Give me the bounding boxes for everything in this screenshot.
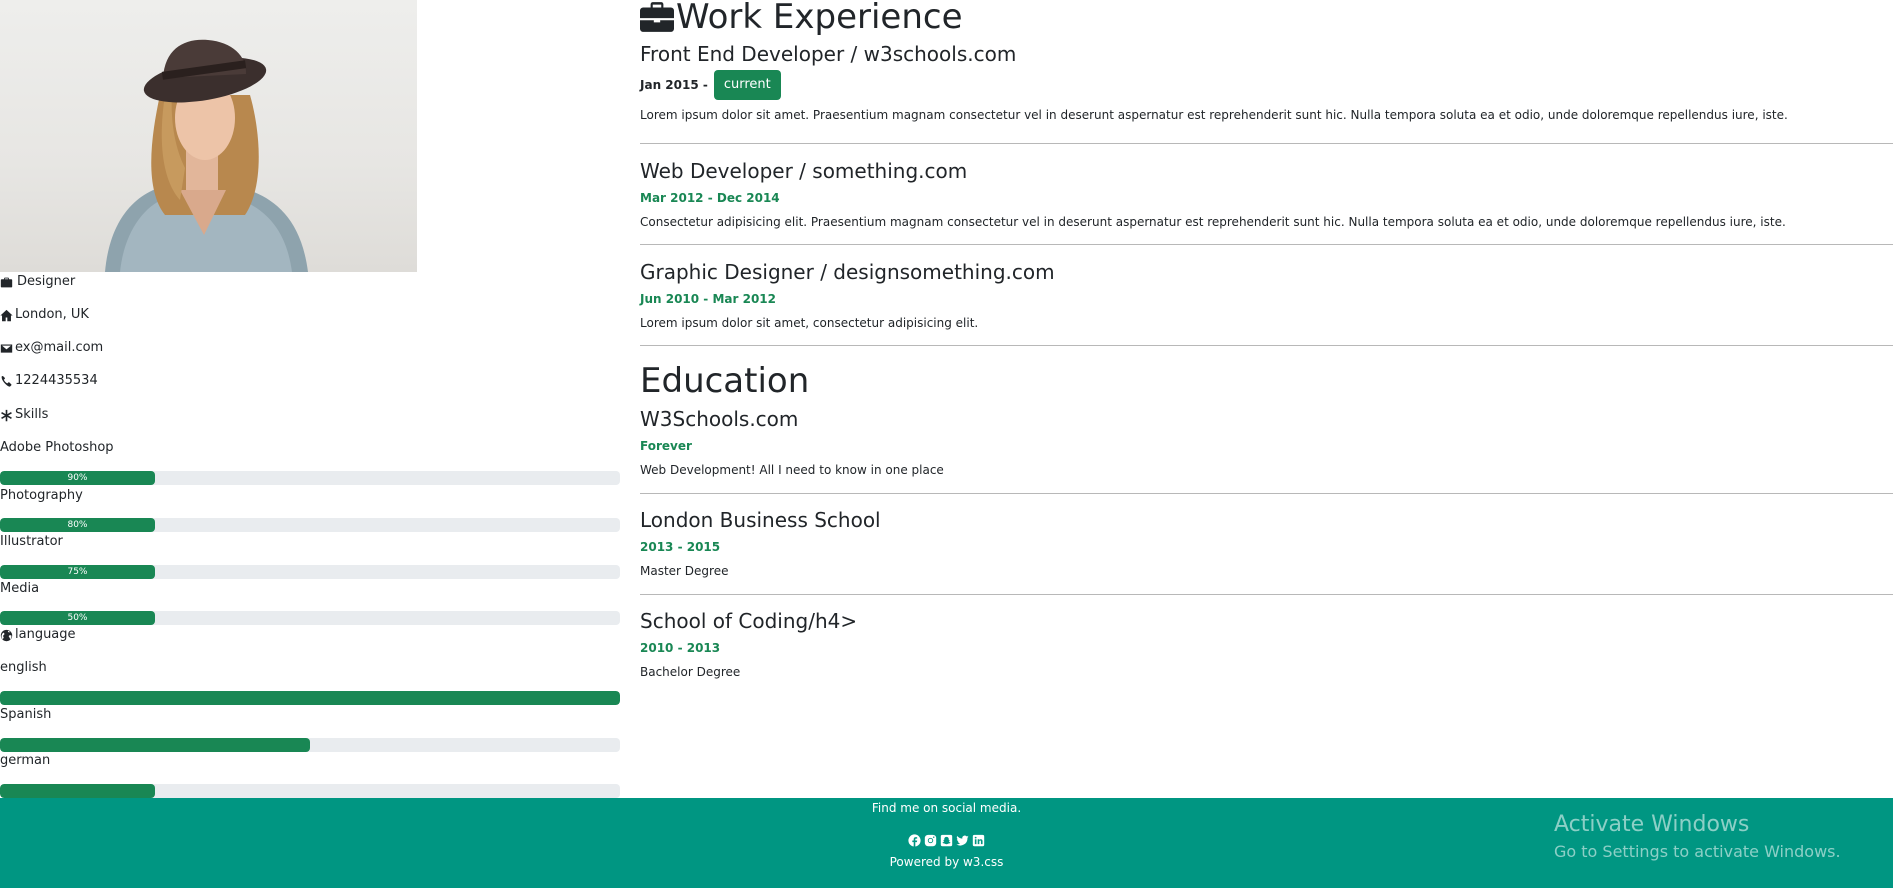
language-heading-row: language (0, 627, 76, 643)
skill-bar-fill: 75% (0, 565, 155, 579)
language-bar-english (0, 691, 620, 705)
skill-bar-fill: 80% (0, 518, 155, 532)
language-heading: language (15, 627, 76, 642)
skill-bar-media: 50% (0, 611, 620, 625)
entry-title: School of Coding/h4> (640, 609, 858, 633)
email-row: ex@mail.com (0, 340, 103, 356)
entry-description: Master Degree (640, 564, 729, 578)
work-experience-title: Work Experience (676, 0, 963, 37)
globe-icon (0, 629, 13, 641)
divider (640, 244, 1893, 245)
skill-bar-illustrator: 75% (0, 565, 620, 579)
phone-row: 1224435534 (0, 373, 98, 389)
skill-bar-photography: 80% (0, 518, 620, 532)
briefcase-icon (0, 277, 13, 287)
skill-name-photoshop: Adobe Photoshop (0, 440, 114, 455)
education-heading: Education (640, 361, 810, 401)
language-bar-fill (0, 691, 620, 705)
education-entry: London Business School 2013 - 2015 Maste… (640, 508, 1893, 579)
instagram-icon[interactable] (924, 834, 937, 847)
language-name-english: english (0, 660, 47, 675)
skills-heading-row: Skills (0, 407, 48, 423)
language-bar-german (0, 784, 620, 798)
entry-title: W3Schools.com (640, 407, 799, 431)
asterisk-icon (1, 409, 12, 421)
work-entry: Web Developer / something.com Mar 2012 -… (640, 159, 1893, 230)
entry-title: Web Developer / something.com (640, 159, 968, 183)
location-row: London, UK (0, 307, 89, 323)
entry-date: Jun 2010 - Mar 2012 (640, 292, 776, 306)
work-entry: Front End Developer / w3schools.com Jan … (640, 42, 1893, 123)
phone-icon (1, 375, 12, 387)
entry-title: Front End Developer / w3schools.com (640, 42, 1017, 66)
language-bar-fill (0, 784, 155, 798)
skill-name-media: Media (0, 581, 40, 596)
skill-name-illustrator: Illustrator (0, 534, 63, 549)
language-name-spanish: Spanish (0, 707, 52, 722)
divider (640, 594, 1893, 595)
current-badge: current (713, 70, 781, 100)
divider (640, 143, 1893, 144)
entry-date: 2013 - 2015 (640, 540, 721, 554)
entry-description: Web Development! All I need to know in o… (640, 463, 944, 477)
language-bar-spanish (0, 738, 620, 752)
twitter-icon[interactable] (956, 834, 969, 847)
home-icon (0, 309, 13, 321)
job-title: Designer (17, 274, 76, 289)
email: ex@mail.com (15, 340, 104, 355)
entry-date: Mar 2012 - Dec 2014 (640, 191, 780, 205)
divider (640, 345, 1893, 346)
education-entry: W3Schools.com Forever Web Development! A… (640, 407, 1893, 478)
location: London, UK (15, 307, 89, 322)
social-icons (0, 834, 1893, 847)
profile-photo (0, 0, 417, 272)
skill-bar-photoshop: 90% (0, 471, 620, 485)
skill-bar-fill: 50% (0, 611, 155, 625)
entry-title: Graphic Designer / designsomething.com (640, 260, 1055, 284)
entry-description: Bachelor Degree (640, 665, 741, 679)
work-entry: Graphic Designer / designsomething.com J… (640, 260, 1893, 331)
education-entry: School of Coding/h4> 2010 - 2013 Bachelo… (640, 609, 1893, 680)
entry-date: Jan 2015 - current (640, 70, 1893, 100)
skill-name-photography: Photography (0, 488, 83, 503)
entry-date: Forever (640, 439, 692, 453)
facebook-icon[interactable] (908, 834, 921, 847)
work-experience-heading: Work Experience (640, 0, 963, 37)
entry-date-text: Jan 2015 - (640, 78, 708, 92)
skills-heading: Skills (15, 407, 49, 422)
divider (640, 493, 1893, 494)
skill-bar-fill: 90% (0, 471, 155, 485)
entry-title: London Business School (640, 508, 881, 532)
briefcase-icon (640, 2, 674, 32)
entry-date: 2010 - 2013 (640, 641, 721, 655)
envelope-icon (0, 343, 13, 353)
entry-description: Lorem ipsum dolor sit amet. Praesentium … (640, 108, 1788, 122)
phone: 1224435534 (15, 373, 98, 388)
snapchat-icon[interactable] (940, 834, 953, 847)
entry-description: Consectetur adipisicing elit. Praesentiu… (640, 215, 1786, 229)
language-name-german: german (0, 753, 51, 768)
linkedin-icon[interactable] (972, 834, 985, 847)
entry-description: Lorem ipsum dolor sit amet, consectetur … (640, 316, 979, 330)
job-title-row: Designer (0, 274, 75, 290)
language-bar-fill (0, 738, 310, 752)
